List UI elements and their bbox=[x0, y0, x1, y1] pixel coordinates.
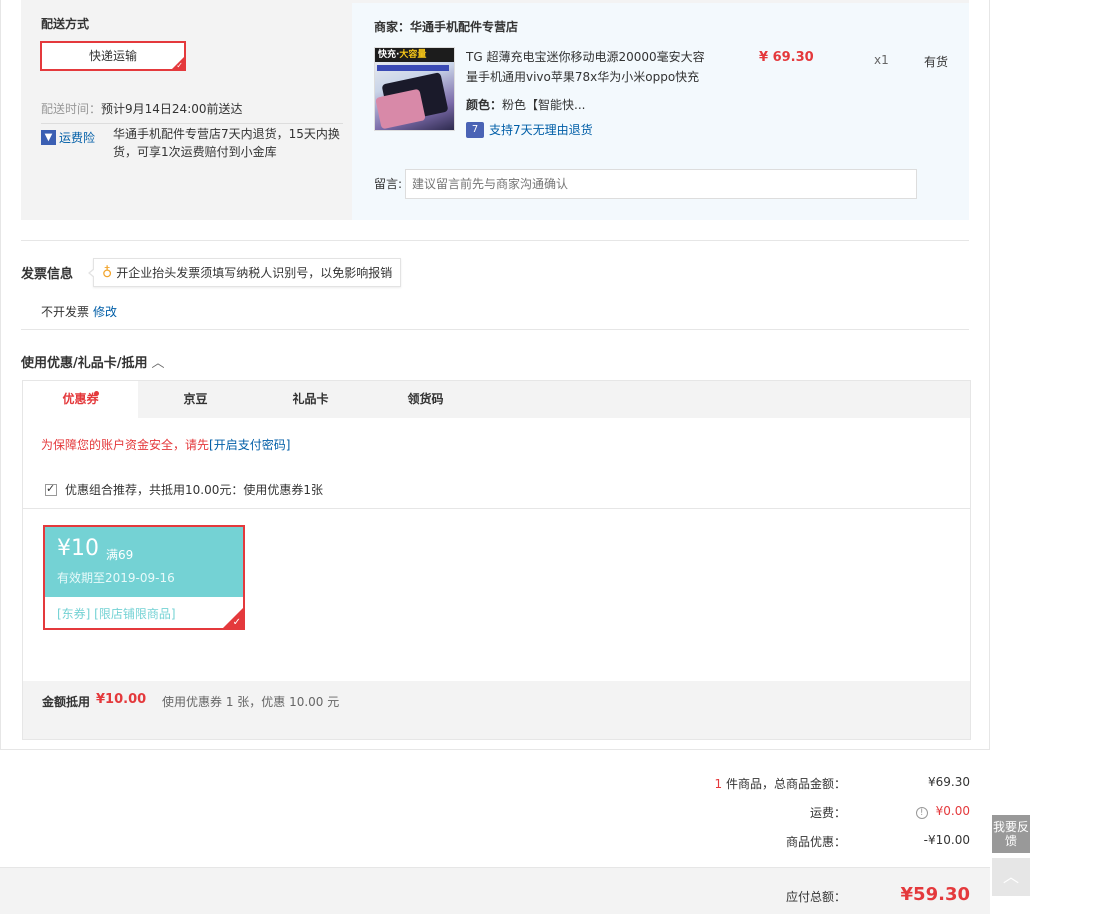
coupon-summary-label: 金额抵用 bbox=[42, 695, 91, 709]
invoice-status-text: 不开发票 bbox=[41, 305, 90, 319]
enable-payment-password-link[interactable]: [开启支付密码] bbox=[209, 438, 290, 452]
delivery-time-value: 预计9月14日24:00前送达 bbox=[101, 102, 243, 116]
summary-items-text: 件商品，总商品金额： bbox=[722, 777, 846, 791]
coupon-summary-desc: 使用优惠券 1 张，优惠 10.00 元 bbox=[162, 695, 340, 709]
shipping-title: 配送方式 bbox=[41, 17, 90, 31]
coupon-combo-recommend[interactable]: 优惠组合推荐，共抵用10.00元：使用优惠券1张 bbox=[45, 481, 323, 498]
info-icon[interactable]: ! bbox=[915, 807, 928, 819]
product-color-value: 粉色【智能快... bbox=[502, 98, 586, 112]
lightbulb-icon: ♁ bbox=[102, 264, 113, 281]
shipping-options: 配送方式 快递运输 ✓ 配送时间：预计9月14日24:00前送达 ▼ 运费险 华… bbox=[21, 0, 352, 220]
check-icon: ✓ bbox=[232, 617, 241, 628]
summary-discount-label: 商品优惠： bbox=[785, 835, 846, 849]
invoice-edit-link[interactable]: 修改 bbox=[93, 305, 117, 319]
summary-freight-label: 运费： bbox=[809, 806, 846, 820]
tab-jingdou[interactable]: 京豆 bbox=[138, 381, 253, 418]
summary-items-total: ¥69.30 bbox=[928, 775, 970, 789]
product-image-banner: 快充·大容量 bbox=[375, 48, 454, 62]
return-7day-icon: 7 bbox=[466, 121, 484, 138]
product-name[interactable]: TG 超薄充电宝迷你移动电源20000毫安大容量手机通用vivo苹果78x华为小… bbox=[466, 47, 706, 87]
combo-text: 优惠组合推荐，共抵用10.00元：使用优惠券1张 bbox=[65, 483, 323, 497]
summary-discount-value: -¥10.00 bbox=[923, 833, 970, 847]
divider bbox=[21, 329, 969, 330]
tab-gift-card[interactable]: 礼品卡 bbox=[253, 381, 368, 418]
security-warning-text: 为保障您的账户资金安全，请先 bbox=[41, 438, 210, 452]
shield-icon: ▼ bbox=[41, 130, 56, 145]
message-label: 留言: bbox=[374, 177, 403, 191]
tab-pickup-code[interactable]: 领货码 bbox=[368, 381, 483, 418]
chevron-up-icon: ︿ bbox=[151, 356, 165, 371]
banner-text-b: 大容量 bbox=[399, 50, 427, 60]
message-input[interactable] bbox=[405, 169, 917, 199]
coupon-expiry: 有效期至2019-09-16 bbox=[57, 571, 175, 585]
coupon-limits: [东券] [限店铺限商品] bbox=[57, 607, 176, 621]
product-stock: 有货 bbox=[924, 55, 949, 69]
freight-insurance-text: 华通手机配件专营店7天内退货，15天内换货，可享1次运费赔付到小金库 bbox=[113, 127, 340, 159]
product-color-label: 颜色： bbox=[466, 98, 503, 112]
product-quantity: x1 bbox=[874, 53, 889, 67]
coupon-summary: 金额抵用 ¥10.00 使用优惠券 1 张，优惠 10.00 元 bbox=[23, 681, 970, 739]
invoice-tooltip: ♁ 开企业抬头发票须填写纳税人识别号，以免影响报销 bbox=[88, 258, 402, 287]
feedback-button[interactable]: 我要反馈 bbox=[992, 815, 1030, 853]
combo-checkbox[interactable] bbox=[45, 482, 57, 496]
coupon-card[interactable]: ¥10 满69 有效期至2019-09-16 [东券] [限店铺限商品] ✓ bbox=[43, 525, 245, 630]
total-value: ¥59.30 bbox=[900, 884, 970, 905]
product-price: ¥ 69.30 bbox=[759, 50, 814, 65]
return-policy[interactable]: 7 支持7天无理由退货 bbox=[466, 121, 593, 138]
coupon-section-toggle[interactable]: 使用优惠/礼品卡/抵用 ︿ bbox=[21, 352, 165, 371]
coupon-tabs: 优惠券 京豆 礼品卡 领货码 bbox=[23, 381, 970, 418]
shop-order-panel: 商家：华通手机配件专营店 快充·大容量 TG 超薄充电宝迷你移动电源20000毫… bbox=[352, 3, 969, 220]
security-warning: 为保障您的账户资金安全，请先[开启支付密码] bbox=[41, 436, 290, 453]
return-policy-text: 支持7天无理由退货 bbox=[489, 123, 593, 137]
coupon-summary-value: ¥10.00 bbox=[96, 692, 147, 707]
coupon-amount: ¥10 bbox=[57, 536, 99, 561]
delivery-time-label: 配送时间： bbox=[41, 102, 102, 116]
summary-freight-row: 运费： ! ¥0.00 bbox=[600, 804, 970, 824]
summary-items-label: 1 件商品，总商品金额： bbox=[715, 775, 846, 792]
shipping-method-label: 快递运输 bbox=[88, 49, 137, 63]
summary-freight-value: ¥0.00 bbox=[935, 804, 970, 818]
total-bar: 应付总额： ¥59.30 bbox=[0, 867, 990, 914]
invoice-status: 不开发票 修改 bbox=[41, 303, 117, 320]
summary-items-row: 1 件商品，总商品金额： ¥69.30 bbox=[600, 775, 970, 795]
shipping-method-button[interactable]: 快递运输 ✓ bbox=[40, 41, 186, 71]
product-color: 颜色：粉色【智能快... bbox=[466, 96, 585, 113]
delivery-time: 配送时间：预计9月14日24:00前送达 bbox=[41, 100, 243, 117]
product-image[interactable]: 快充·大容量 bbox=[374, 47, 455, 131]
freight-insurance-label: 运费险 bbox=[59, 131, 96, 145]
tooltip-arrow-inner bbox=[90, 269, 95, 277]
freight-insurance-badge[interactable]: ▼ 运费险 bbox=[41, 129, 95, 146]
shop-name: 商家：华通手机配件专营店 bbox=[374, 20, 519, 34]
frame-left-border bbox=[0, 0, 1, 750]
new-dot-badge bbox=[94, 391, 99, 396]
summary-freight-value-wrap: ! ¥0.00 bbox=[915, 804, 970, 819]
freight-insurance: ▼ 运费险 华通手机配件专营店7天内退货，15天内换货，可享1次运费赔付到小金库 bbox=[41, 123, 343, 159]
coupon-condition: 满69 bbox=[106, 548, 134, 562]
invoice-tip-text: 开企业抬头发票须填写纳税人识别号，以免影响报销 bbox=[116, 266, 393, 280]
tab-coupons[interactable]: 优惠券 bbox=[23, 381, 138, 418]
coupon-section-title: 使用优惠/礼品卡/抵用 bbox=[21, 356, 148, 371]
check-icon: ✓ bbox=[176, 61, 183, 70]
chevron-up-icon: ︿ bbox=[1002, 867, 1019, 886]
divider bbox=[21, 240, 969, 241]
coupon-card-header: ¥10 满69 有效期至2019-09-16 bbox=[45, 527, 243, 597]
summary-discount-row: 商品优惠： -¥10.00 bbox=[600, 833, 970, 853]
total-label: 应付总额： bbox=[785, 890, 846, 904]
invoice-title: 发票信息 bbox=[21, 267, 74, 282]
back-to-top-button[interactable]: ︿ bbox=[992, 858, 1030, 896]
banner-text-a: 快充· bbox=[378, 50, 400, 60]
shipping-section: 配送方式 快递运输 ✓ 配送时间：预计9月14日24:00前送达 ▼ 运费险 华… bbox=[21, 0, 969, 220]
image-stripe bbox=[377, 65, 449, 71]
coupon-panel: 优惠券 京豆 礼品卡 领货码 为保障您的账户资金安全，请先[开启支付密码] 优惠… bbox=[22, 380, 971, 740]
divider bbox=[23, 508, 970, 509]
